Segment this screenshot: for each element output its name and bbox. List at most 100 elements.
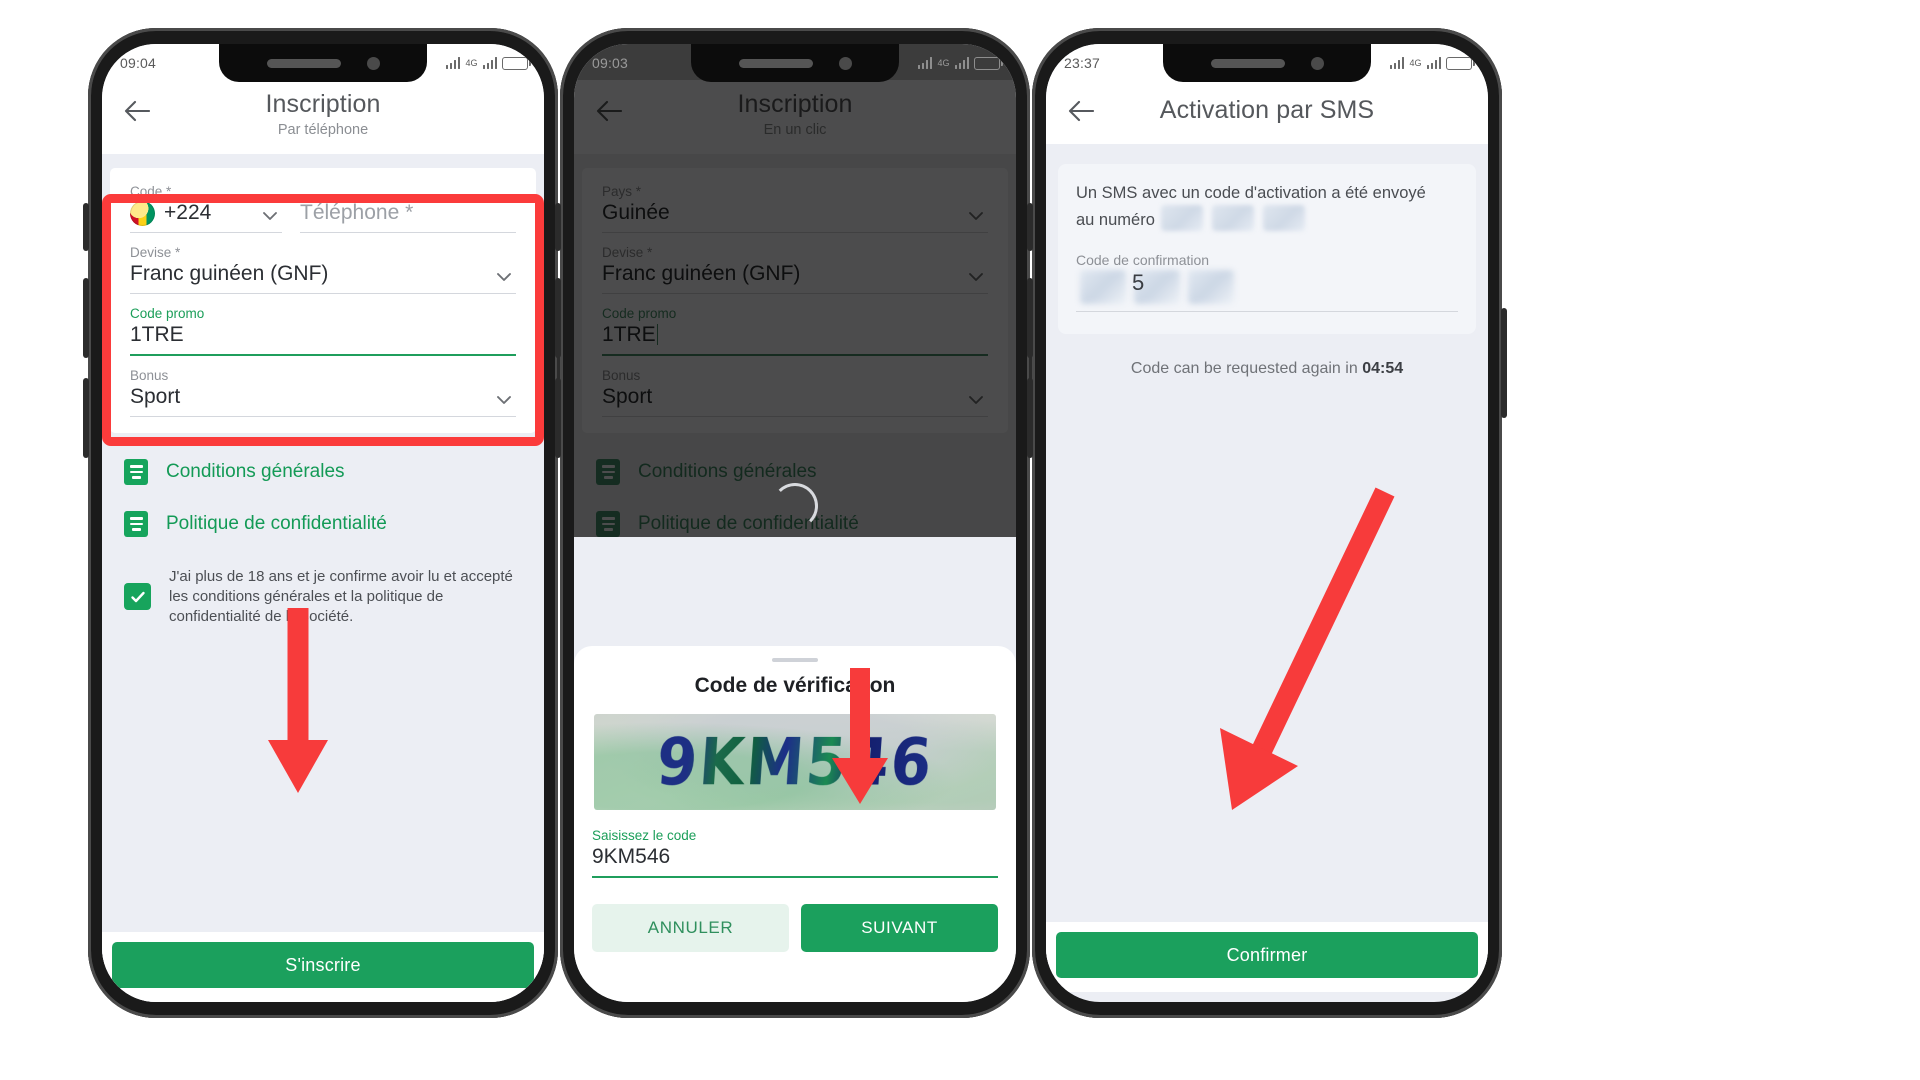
sms-info-card: Un SMS avec un code d'activation a été e… (1058, 164, 1476, 335)
text-caret (656, 324, 659, 345)
masked-code-group (1080, 270, 1234, 305)
phone2-volume-down-button[interactable] (555, 378, 561, 458)
page-subtitle: En un clic (763, 122, 827, 138)
phone3-mute-button[interactable] (1027, 203, 1033, 251)
confirm-button[interactable]: Confirmer (1056, 932, 1478, 978)
phone3-volume-down-button[interactable] (1027, 378, 1033, 458)
promo-code-value: 1TRE (130, 323, 184, 346)
earpiece-speaker (266, 58, 341, 68)
phone3-notch (1163, 44, 1371, 82)
phone2-notch (691, 44, 899, 82)
confirmation-code-label: Code de confirmation (1076, 252, 1210, 269)
next-button[interactable]: SUIVANT (801, 904, 998, 952)
privacy-link-label: Politique de confidentialité (166, 513, 387, 534)
captcha-image: 9KM546 (594, 714, 996, 810)
bonus-value: Sport (130, 385, 181, 408)
promo-code-field[interactable]: Code promo 1TRE (602, 304, 988, 356)
masked-number-chip (1212, 205, 1255, 232)
sms-info-text: Un SMS avec un code d'activation a été e… (1076, 182, 1458, 232)
cancel-button[interactable]: ANNULER (592, 904, 789, 952)
front-camera-icon (838, 56, 852, 70)
phone-3: 23:37 4G Activation par SMS Un SMS avec … (1027, 28, 1507, 1018)
registration-form-card: Code * +224 Téléphone * Devise * Franc g… (110, 168, 536, 433)
sheet-grabber[interactable] (772, 658, 818, 662)
signal-bars-2-icon (954, 57, 969, 69)
page-title: Inscription (265, 90, 381, 118)
privacy-link-label: Politique de confidentialité (638, 513, 859, 534)
page-subtitle: Par téléphone (277, 122, 369, 138)
consent-row[interactable]: J'ai plus de 18 ans et je confirme avoir… (102, 567, 544, 627)
sheet-title: Code de vérification (694, 674, 896, 697)
sms-info-line1: Un SMS avec un code d'activation a été e… (1076, 184, 1426, 202)
phone3-screen: 23:37 4G Activation par SMS Un SMS avec … (1046, 44, 1488, 1002)
signal-bars-icon (445, 57, 461, 69)
resend-countdown-label: Code can be requested again in (1130, 360, 1358, 378)
register-button[interactable]: S'inscrire (112, 942, 534, 988)
phone1-volume-up-button[interactable] (83, 278, 89, 358)
guinea-flag-icon (130, 201, 155, 226)
terms-link-label: Conditions générales (638, 461, 817, 482)
promo-code-label: Code promo (130, 306, 205, 321)
country-code-select[interactable]: +224 (130, 201, 282, 233)
bonus-field[interactable]: Bonus Sport (602, 366, 988, 417)
phone-number-placeholder: Téléphone * (300, 201, 414, 224)
phone-number-input[interactable]: Téléphone * (300, 201, 516, 233)
bonus-field[interactable]: Bonus Sport (130, 366, 516, 417)
consent-checkbox[interactable] (124, 583, 151, 611)
network-type-label: 4G (937, 58, 950, 68)
battery-icon (1446, 56, 1475, 70)
phone1-clock: 09:04 (120, 55, 157, 71)
chevron-down-icon (492, 265, 516, 289)
signal-bars-icon (917, 57, 933, 69)
captcha-input-field[interactable]: Saisissez le code 9KM546 (592, 826, 998, 878)
terms-link[interactable]: Conditions générales (102, 459, 544, 485)
bonus-label: Bonus (602, 368, 641, 383)
front-camera-icon (366, 56, 380, 70)
chevron-down-icon (964, 204, 988, 228)
consent-text: J'ai plus de 18 ans et je confirme avoir… (169, 568, 513, 625)
phone3-power-button[interactable] (1501, 308, 1507, 418)
country-label: Pays * (602, 184, 642, 199)
privacy-link[interactable]: Politique de confidentialité (102, 511, 544, 537)
country-field[interactable]: Pays * Guinée (602, 182, 988, 233)
country-value: Guinée (602, 201, 670, 224)
chevron-down-icon (258, 204, 282, 228)
phone1-volume-down-button[interactable] (83, 378, 89, 458)
terms-link-label: Conditions générales (166, 461, 345, 482)
currency-field[interactable]: Devise * Franc guinéen (GNF) (130, 243, 516, 294)
tutorial-screenshot: 09:04 4G Inscription Par téléphone Code … (0, 0, 1920, 1080)
phone2-volume-up-button[interactable] (555, 278, 561, 358)
confirmation-code-input[interactable]: 5 (1076, 268, 1458, 313)
code-label: Code * (130, 184, 172, 199)
terms-link[interactable]: Conditions générales (574, 459, 1016, 485)
phone1-mute-button[interactable] (83, 203, 89, 251)
document-icon (596, 511, 620, 537)
signal-bars-2-icon (1426, 57, 1441, 69)
chevron-down-icon (964, 388, 988, 412)
battery-icon (974, 56, 1003, 70)
loading-spinner (772, 483, 818, 529)
phone1-body: Code * +224 Téléphone * Devise * Franc g… (102, 154, 544, 1002)
captcha-input-label: Saisissez le code (592, 828, 697, 843)
phone3-app-bar: Activation par SMS (1046, 80, 1488, 144)
chevron-down-icon (492, 388, 516, 412)
country-code-value: +224 (164, 201, 212, 224)
bonus-value: Sport (602, 385, 653, 408)
promo-code-value: 1TRE (602, 323, 988, 354)
resend-countdown-time: 04:54 (1362, 360, 1404, 378)
currency-field[interactable]: Devise * Franc guinéen (GNF) (602, 243, 988, 294)
chevron-down-icon (964, 265, 988, 289)
phone-1: 09:04 4G Inscription Par téléphone Code … (83, 28, 563, 1018)
network-type-label: 4G (465, 58, 478, 68)
promo-code-label: Code promo (602, 306, 677, 321)
captcha-text: 9KM546 (654, 723, 936, 801)
network-type-label: 4G (1409, 58, 1422, 68)
phone3-volume-up-button[interactable] (1027, 278, 1033, 358)
phone2-mute-button[interactable] (555, 203, 561, 251)
phone2-body: Pays * Guinée Devise * Franc guinéen (GN… (574, 154, 1016, 537)
resend-countdown: Code can be requested again in 04:54 (1046, 360, 1488, 378)
document-icon (124, 459, 148, 485)
promo-code-text: 1TRE (602, 323, 656, 346)
promo-code-field[interactable]: Code promo 1TRE (130, 304, 516, 356)
phone1-screen: 09:04 4G Inscription Par téléphone Code … (102, 44, 544, 1002)
